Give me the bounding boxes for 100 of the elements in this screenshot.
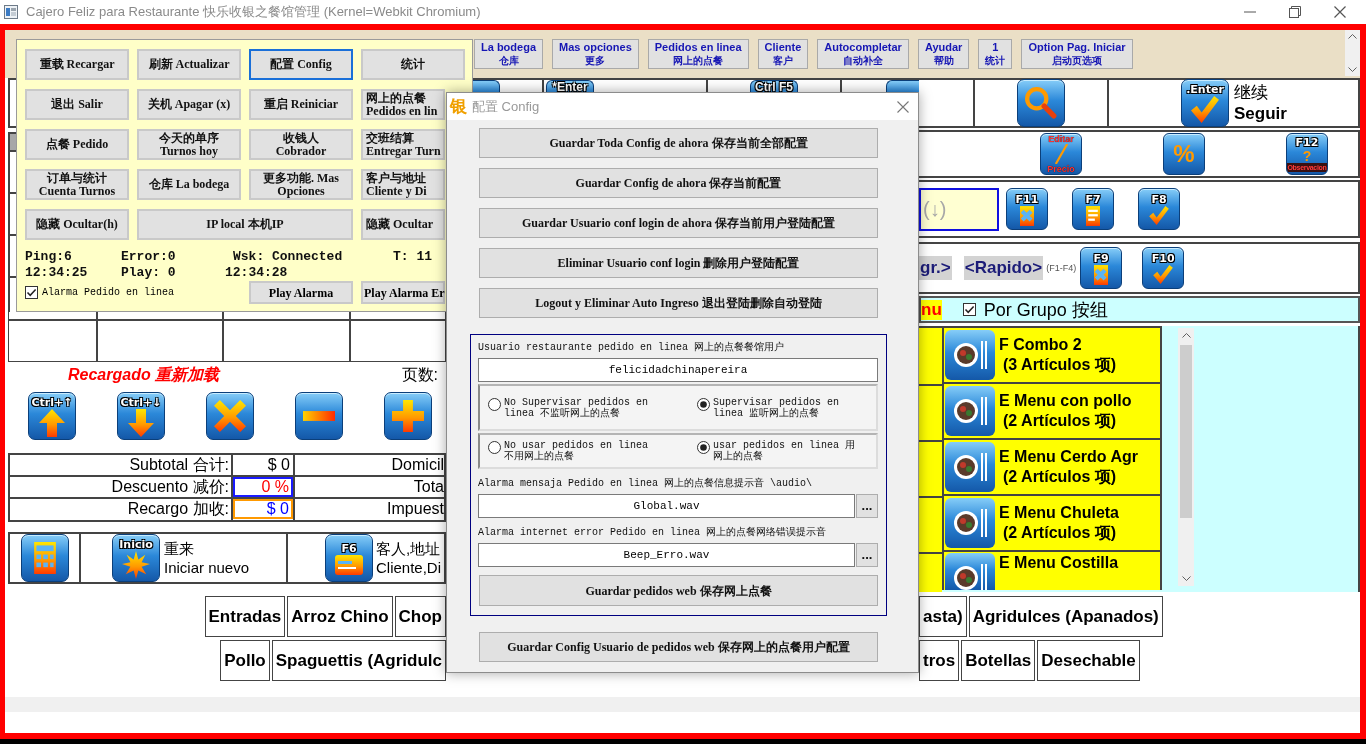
surcharge-field[interactable]: $ 0 bbox=[233, 499, 293, 519]
nav-button[interactable]: Autocompletar 自动补全 bbox=[817, 39, 909, 69]
scrollbar-thumb[interactable] bbox=[1180, 345, 1192, 518]
menu-button[interactable]: 隐藏 Ocultar(h) bbox=[25, 209, 129, 240]
dialog-button[interactable]: Guardar Config de ahora 保存当前配置 bbox=[479, 168, 878, 198]
category-button[interactable]: asta) bbox=[919, 596, 967, 637]
status-text: Ping:6 bbox=[25, 249, 72, 265]
calculator-button[interactable] bbox=[20, 534, 69, 582]
dialog-button[interactable]: Guardar Config Usuario de pedidos web 保存网上的点餐用户配置 bbox=[479, 632, 878, 662]
radio-button[interactable] bbox=[488, 397, 501, 411]
plate-icon bbox=[945, 442, 995, 492]
menu-button[interactable]: 点餐 Pedido bbox=[25, 129, 129, 160]
plus-button[interactable] bbox=[384, 392, 432, 440]
plate-icon bbox=[945, 498, 995, 548]
menu-button[interactable]: 刷新 Actualizar bbox=[137, 49, 241, 80]
file-field[interactable]: Global.wav bbox=[478, 494, 855, 518]
category-button[interactable]: Entradas bbox=[204, 596, 286, 637]
radio-button[interactable] bbox=[697, 397, 710, 411]
chevron-up-icon[interactable] bbox=[1181, 333, 1191, 338]
nav-button[interactable]: Cliente 客户 bbox=[757, 39, 809, 69]
nav-button[interactable]: Pedidos en linea 网上的点餐 bbox=[647, 39, 749, 69]
action-label: 重来 Iniciar nuevo bbox=[164, 539, 250, 577]
horizontal-scrollbar[interactable] bbox=[5, 697, 1360, 712]
nav-button[interactable]: La bodega 仓库 bbox=[474, 39, 543, 69]
check-icon bbox=[1191, 96, 1219, 123]
nav-button[interactable]: 1 统计 bbox=[978, 39, 1013, 69]
close-icon[interactable] bbox=[897, 100, 909, 113]
nav-button[interactable]: Ayudar 帮助 bbox=[917, 39, 970, 69]
dialog-button[interactable]: Guardar pedidos web 保存网上点餐 bbox=[479, 575, 878, 606]
menu-button[interactable]: 订单与统计 Cuenta Turnos bbox=[25, 169, 129, 200]
menu-tile[interactable]: E Menu Chuleta (2 Artículos 项) bbox=[942, 496, 1162, 552]
radio-button[interactable] bbox=[488, 441, 501, 454]
category-button[interactable]: Botellas bbox=[961, 640, 1036, 681]
app-logo: 银 bbox=[450, 96, 467, 117]
close-icon[interactable] bbox=[1334, 6, 1346, 18]
checkbox[interactable] bbox=[25, 286, 38, 299]
radio-button[interactable] bbox=[697, 441, 710, 454]
chevron-down-icon[interactable] bbox=[1348, 67, 1357, 72]
browse-button[interactable]: ... bbox=[856, 543, 878, 567]
menu-tile[interactable]: E Menu con pollo (2 Artículos 项) bbox=[942, 384, 1162, 440]
restore-icon[interactable] bbox=[1289, 6, 1301, 18]
search-button[interactable] bbox=[1017, 79, 1065, 127]
category-button[interactable]: Desechable bbox=[1037, 640, 1140, 681]
menu-button[interactable]: 关机 Apagar (x) bbox=[137, 89, 241, 120]
menu-tab[interactable]: nu bbox=[921, 299, 942, 320]
vertical-scrollbar[interactable] bbox=[1345, 30, 1360, 76]
plate-icon bbox=[945, 553, 995, 590]
menu-button[interactable]: IP local 本机IP bbox=[137, 209, 353, 240]
category-button[interactable]: Spaguettis (Agridulc bbox=[271, 640, 446, 681]
plus-icon bbox=[392, 400, 424, 432]
menu-button[interactable]: 配置 Config bbox=[249, 49, 353, 80]
dialog-button[interactable]: Guardar Usuario conf login de ahora 保存当前用户登陆配置 bbox=[479, 208, 878, 238]
total-label: Subtotal 合计: bbox=[10, 455, 233, 475]
checkbox[interactable] bbox=[962, 303, 976, 316]
dialog-button[interactable]: Logout y Eliminar Auto Ingreso 退出登陆删除自动登陆 bbox=[479, 288, 878, 318]
menu-button[interactable]: 退出 Salir bbox=[25, 89, 129, 120]
tile-icon[interactable] bbox=[472, 80, 500, 92]
search-field[interactable]: (↓) bbox=[919, 187, 999, 231]
nav-button[interactable]: Mas opciones 更多 bbox=[552, 39, 639, 69]
menu-button[interactable]: 统计 bbox=[361, 49, 465, 80]
menu-button[interactable]: 今天的单序 Turnos hoy bbox=[137, 129, 241, 160]
menu-tile[interactable]: F Combo 2 (3 Artículos 项) bbox=[942, 328, 1162, 384]
row-edge bbox=[8, 78, 16, 128]
menu-button[interactable]: 客户与地址 Cliente y Di bbox=[361, 169, 445, 200]
menu-button[interactable]: 重载 Recargar bbox=[25, 49, 129, 80]
mode-button[interactable]: gr.> bbox=[919, 256, 952, 280]
user-field[interactable]: felicidadchinapereira bbox=[478, 358, 878, 382]
menu-button[interactable]: 仓库 La bodega bbox=[137, 169, 241, 200]
menu-button[interactable]: 网上的点餐 Pedidos en lin bbox=[361, 89, 445, 120]
play-button[interactable]: Play Alarma Er bbox=[361, 281, 445, 304]
category-button[interactable]: Agridulces (Apanados) bbox=[968, 596, 1163, 637]
menu-button[interactable]: 重启 Reiniciar bbox=[249, 89, 353, 120]
document-cross-icon bbox=[1094, 264, 1109, 285]
mode-button[interactable]: <Rapido> bbox=[963, 256, 1044, 280]
cross-button[interactable] bbox=[206, 392, 254, 440]
chevron-down-icon[interactable] bbox=[1181, 576, 1191, 581]
document-cross-icon bbox=[1020, 205, 1034, 226]
menu-button[interactable]: 交班结算 Entregar Turn bbox=[361, 129, 445, 160]
dialog-button[interactable]: Guardar Toda Config de ahora 保存当前全部配置 bbox=[479, 128, 878, 158]
status-text: 12:34:25 bbox=[25, 265, 88, 281]
tile-icon[interactable] bbox=[886, 80, 919, 92]
minus-button[interactable] bbox=[295, 392, 343, 440]
menu-tile[interactable]: E Menu Costilla bbox=[942, 552, 1162, 590]
menu-button[interactable]: 隐藏 Ocultar bbox=[361, 209, 445, 240]
status-text: Error:0 bbox=[121, 249, 176, 265]
chevron-up-icon[interactable] bbox=[1348, 34, 1357, 39]
vertical-scrollbar[interactable] bbox=[1178, 328, 1194, 586]
menu-tile[interactable]: E Menu Cerdo Agr (2 Artículos 项) bbox=[942, 440, 1162, 496]
category-button[interactable]: Chop bbox=[394, 596, 446, 637]
nav-button[interactable]: Option Pag. Iniciar 启动页选项 bbox=[1021, 39, 1133, 69]
play-button[interactable]: Play Alarma bbox=[249, 281, 353, 304]
file-field[interactable]: Beep_Erro.wav bbox=[478, 543, 855, 567]
discount-field[interactable]: 0 % bbox=[233, 477, 293, 497]
category-button[interactable]: Pollo bbox=[220, 640, 270, 681]
category-button[interactable]: tros bbox=[919, 640, 960, 681]
menu-button[interactable]: 收钱人 Cobrador bbox=[249, 129, 353, 160]
browse-button[interactable]: ... bbox=[856, 494, 878, 518]
menu-button[interactable]: 更多功能. Mas Opciones bbox=[249, 169, 353, 200]
dialog-button[interactable]: Eliminar Usuario conf login 删除用户登陆配置 bbox=[479, 248, 878, 278]
category-button[interactable]: Arroz Chino bbox=[287, 596, 393, 637]
